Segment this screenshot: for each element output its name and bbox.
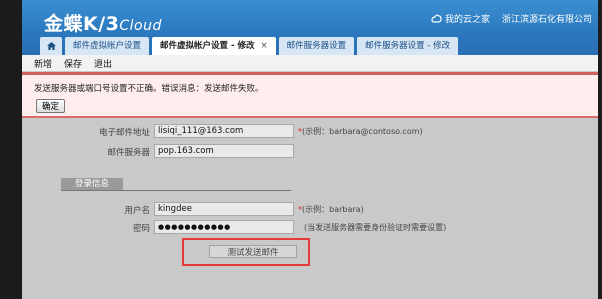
mail-account-form: 电子邮件地址 lisiqi_111@163.com *(示例：barbara@c… (22, 118, 598, 299)
tab-mail-virtual-account-edit[interactable]: 邮件虚拟帐户设置 - 修改 × (152, 37, 276, 56)
mail-server-field[interactable]: pop.163.com (154, 144, 294, 158)
mail-server-label: 邮件服务器 (107, 148, 150, 158)
toolbar: 新增 保存 退出 (22, 55, 598, 72)
cloud-home-icon (431, 14, 442, 23)
close-icon[interactable]: × (260, 41, 267, 51)
left-dark-margin (0, 0, 22, 299)
tab-label: 邮件服务器设置 - 修改 (365, 41, 451, 51)
right-dark-margin (598, 0, 602, 299)
my-cloud-home-label: 我的云之家 (444, 15, 490, 25)
save-button[interactable]: 保存 (64, 57, 82, 70)
exit-button[interactable]: 退出 (94, 57, 112, 70)
username-field[interactable]: kingdee (154, 202, 294, 216)
logo-main-text: 金蝶K/3 (44, 13, 120, 35)
new-button[interactable]: 新增 (34, 57, 52, 70)
password-hint: (当发送服务器需要身份验证时需要设置) (304, 223, 447, 232)
tab-mail-server-settings-edit[interactable]: 邮件服务器设置 - 修改 (357, 37, 459, 55)
tab-label: 邮件虚拟帐户设置 (73, 41, 142, 51)
kingdee-logo: 金蝶K/3Cloud (44, 9, 162, 36)
password-field[interactable]: ●●●●●●●●●●● (154, 220, 294, 234)
send-test-email-button[interactable]: 测试发送邮件 (209, 245, 297, 258)
email-hint: *(示例：barbara@contoso.com) (298, 126, 423, 137)
login-info-title: 登录信息 (61, 178, 123, 190)
tab-mail-virtual-account[interactable]: 邮件虚拟帐户设置 (65, 37, 150, 55)
tab-label: 邮件服务器设置 (286, 41, 347, 51)
login-info-section: 登录信息 (61, 178, 291, 191)
home-icon (46, 41, 56, 50)
password-label: 密码 (132, 224, 150, 234)
tab-home[interactable] (40, 37, 62, 55)
logo-cloud-text: Cloud (119, 18, 162, 34)
email-field[interactable]: lisiqi_111@163.com (154, 124, 294, 138)
tab-label: 邮件虚拟帐户设置 - 修改 (160, 41, 255, 51)
username-hint: *(示例：barbara) (298, 204, 364, 215)
app-window: 金蝶K/3Cloud 我的云之家 浙江滨源石化有限公司 邮件虚拟帐户设置 邮件虚… (22, 0, 598, 299)
tab-mail-server-settings[interactable]: 邮件服务器设置 (278, 37, 355, 55)
header-user-area: 我的云之家 浙江滨源石化有限公司 (431, 12, 592, 25)
highlight-box: 测试发送邮件 (182, 238, 310, 266)
username-label: 用户名 (124, 206, 150, 216)
error-alert: 发送服务器或端口号设置不正确。错误消息：发送邮件失败。 确定 (22, 72, 598, 118)
email-hint-text: (示例：barbara@contoso.com) (302, 127, 423, 136)
my-cloud-home-link[interactable]: 我的云之家 (431, 12, 490, 25)
tab-bar: 邮件虚拟帐户设置 邮件虚拟帐户设置 - 修改 × 邮件服务器设置 邮件服务器设置 … (40, 37, 459, 56)
ok-button[interactable]: 确定 (36, 99, 66, 113)
error-message: 发送服务器或端口号设置不正确。错误消息：发送邮件失败。 (34, 84, 264, 94)
company-name: 浙江滨源石化有限公司 (501, 15, 592, 25)
username-hint-text: (示例：barbara) (302, 205, 364, 214)
email-label: 电子邮件地址 (98, 128, 150, 138)
top-header: 金蝶K/3Cloud 我的云之家 浙江滨源石化有限公司 邮件虚拟帐户设置 邮件虚… (22, 0, 598, 56)
